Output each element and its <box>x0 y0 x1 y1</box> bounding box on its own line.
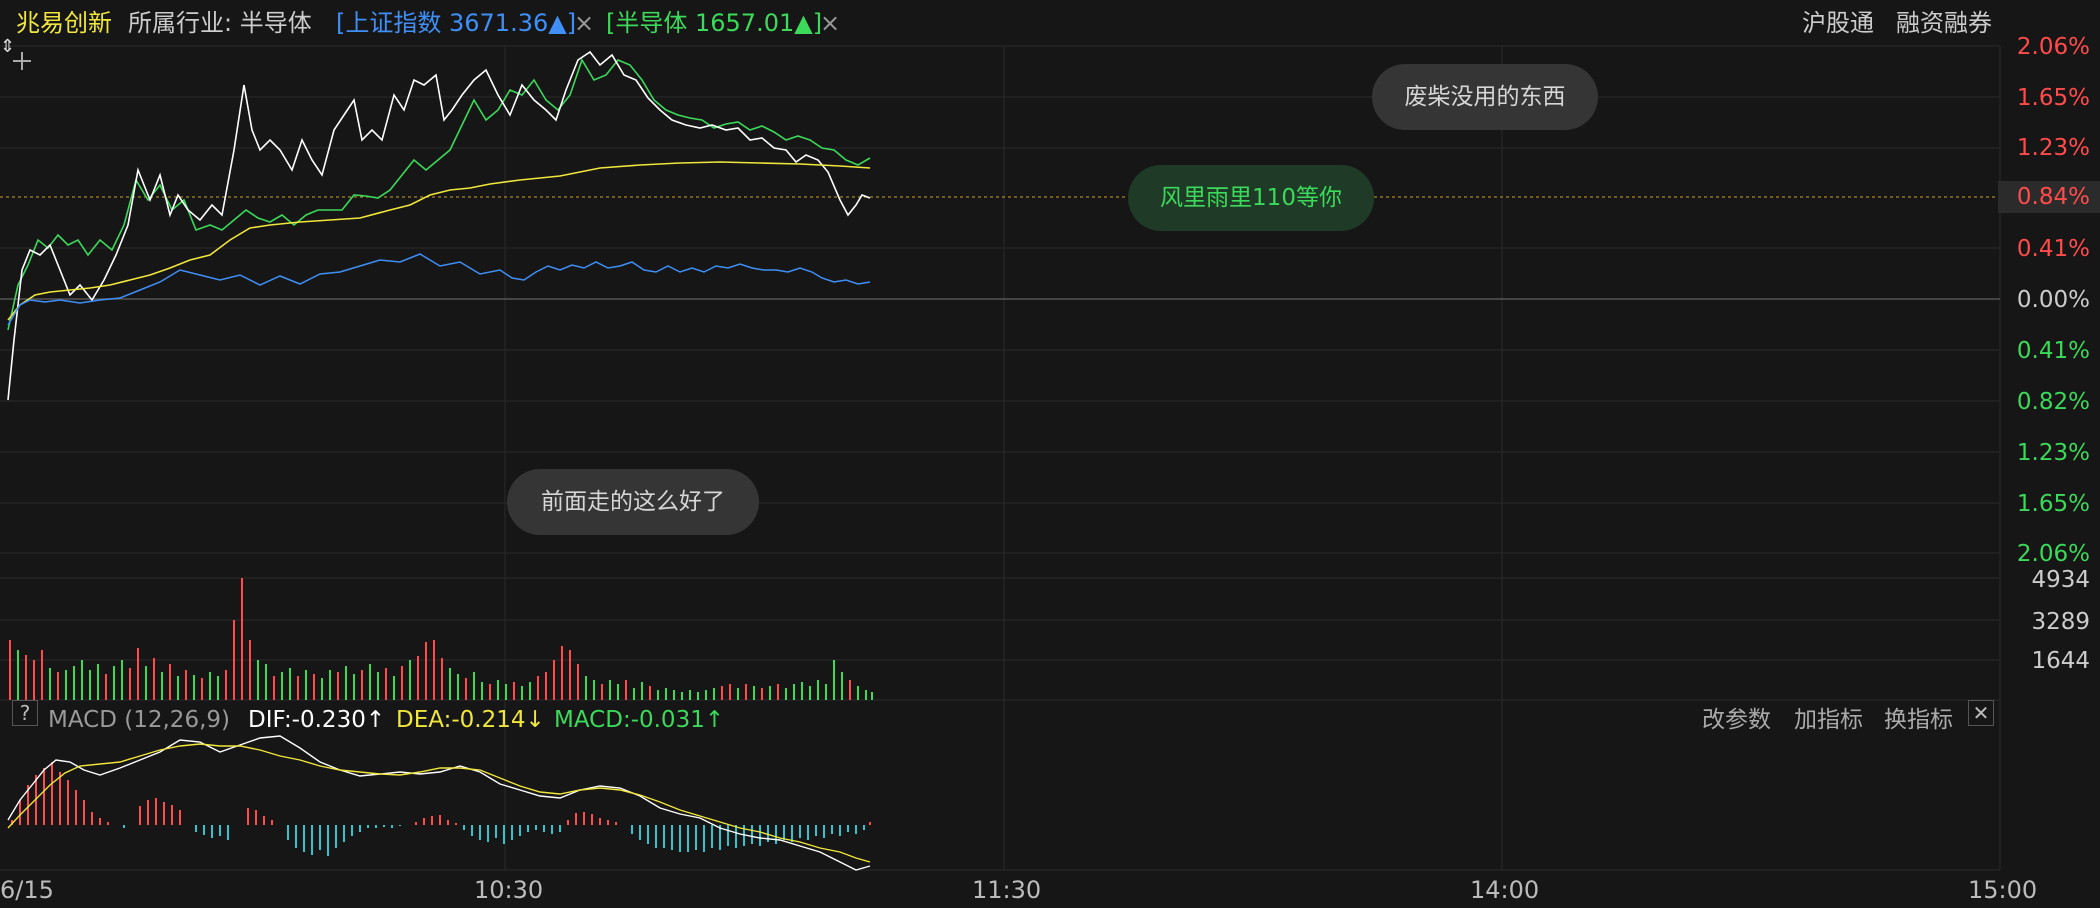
pin-icon: ⇕ <box>0 36 15 57</box>
sector-line <box>7 58 871 331</box>
time-label-1030: 10:30 <box>474 876 544 904</box>
axis-label-zero: 0.00% <box>2016 287 2090 313</box>
index-line <box>7 253 871 326</box>
volume-label-1: 4934 <box>2031 567 2090 593</box>
volume-bars <box>9 578 873 700</box>
macd-add-indicator-button[interactable]: 加指标 <box>1794 700 1863 740</box>
macd-close-icon[interactable]: ✕ <box>1968 700 1994 726</box>
chart-canvas[interactable]: ⇕ <box>0 0 2100 908</box>
macd-value: MACD:-0.031↑ <box>554 707 725 733</box>
time-label-1500: 15:00 <box>1968 876 2038 904</box>
comment-bubble-top[interactable]: 废柴没用的东西 <box>1372 64 1598 130</box>
grid <box>0 45 2001 871</box>
time-label-1130: 11:30 <box>972 876 1042 904</box>
macd-edit-params-button[interactable]: 改参数 <box>1702 700 1771 740</box>
time-label-1400: 14:00 <box>1470 876 1540 904</box>
axis-label-up-2: 1.65% <box>2016 85 2090 111</box>
axis-label-up-3: 1.23% <box>2016 135 2090 161</box>
crosshair-icon <box>13 52 31 70</box>
avg-price-line <box>7 161 871 321</box>
comment-bubble-low[interactable]: 前面走的这么好了 <box>507 469 759 535</box>
comment-bubble-mid[interactable]: 风里雨里110等你 <box>1128 165 1374 231</box>
time-label-date: 6/15 <box>0 876 54 904</box>
volume-label-3: 1644 <box>2031 648 2090 674</box>
axis-label-down-4: 1.65% <box>2016 491 2090 517</box>
macd-header: ? MACD (12,26,9) DIF:-0.230↑ DEA:-0.214↓… <box>0 700 2100 740</box>
macd-dif-value: DIF:-0.230↑ <box>248 707 386 733</box>
macd-dea-value: DEA:-0.214↓ <box>396 707 545 733</box>
axis-label-mid-1: 0.41% <box>2016 236 2090 262</box>
volume-label-2: 3289 <box>2031 609 2090 635</box>
axis-label-down-1: 0.41% <box>2016 338 2090 364</box>
axis-label-up-1: 2.06% <box>2016 34 2090 60</box>
axis-label-ref: 0.84% <box>2016 184 2090 210</box>
macd-switch-indicator-button[interactable]: 换指标 <box>1884 700 1953 740</box>
stock-line <box>7 50 871 401</box>
axis-label-down-3: 1.23% <box>2016 440 2090 466</box>
macd-help-button[interactable]: ? <box>12 700 38 726</box>
macd-title[interactable]: MACD (12,26,9) <box>48 700 230 740</box>
axis-label-down-2: 0.82% <box>2016 389 2090 415</box>
axis-label-down-5: 2.06% <box>2016 541 2090 567</box>
macd-histogram <box>11 762 871 856</box>
